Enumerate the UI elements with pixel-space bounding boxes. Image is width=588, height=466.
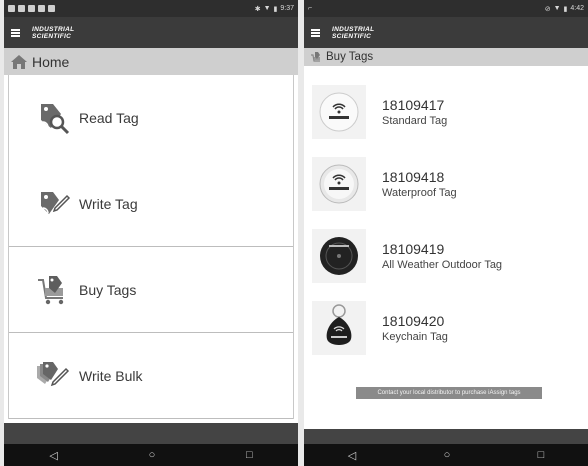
status-time: 4:42 (570, 5, 584, 12)
buy-tags-screen: ⌐ ⊘ ▼ ▮ 4:42 INDUSTRIAL SCIENTIFIC Buy T… (304, 0, 588, 466)
app-bar: INDUSTRIAL SCIENTIFIC (4, 17, 298, 48)
breadcrumb: Buy Tags (304, 48, 588, 66)
all-weather-tag-image (312, 229, 366, 283)
notification-icons (8, 5, 55, 12)
bottom-strip (4, 423, 298, 444)
waterproof-tag-image (312, 157, 366, 211)
back-button[interactable]: ◁ (348, 449, 356, 462)
status-time: 9:37 (280, 5, 294, 12)
wifi-icon: ▼ (553, 5, 561, 12)
write-bulk-icon (35, 358, 71, 394)
standard-tag-image (312, 85, 366, 139)
home-menu: Read Tag Write Tag Buy Tags Write Bulk (8, 75, 294, 419)
keychain-tag-image (312, 301, 366, 355)
home-button[interactable]: ○ (444, 449, 451, 461)
read-tag-label: Read Tag (79, 110, 139, 126)
write-tag-button[interactable]: Write Tag (9, 161, 293, 247)
tag-number: 18109420 (382, 312, 445, 329)
app-bar: INDUSTRIAL SCIENTIFIC (304, 17, 588, 48)
home-button[interactable]: ○ (149, 449, 156, 461)
tag-row-waterproof[interactable]: 18109418 Waterproof Tag (304, 148, 588, 220)
read-tag-icon (35, 100, 71, 136)
home-screen: ✱ ▼ ▮ 9:37 INDUSTRIAL SCIENTIFIC Home Re… (4, 0, 298, 466)
wifi-icon: ▼ (263, 5, 271, 12)
tag-description: Keychain Tag (382, 330, 448, 343)
breadcrumb: Home (4, 48, 298, 75)
tag-number: 18109417 (382, 96, 445, 113)
write-bulk-button[interactable]: Write Bulk (9, 333, 293, 419)
menu-icon[interactable] (311, 28, 320, 37)
notification-icon: ⌐ (308, 5, 313, 12)
tag-row-keychain[interactable]: 18109420 Keychain Tag (304, 292, 588, 364)
battery-icon: ▮ (563, 5, 568, 13)
system-navbar: ◁ ○ □ (4, 444, 298, 466)
write-bulk-label: Write Bulk (79, 367, 143, 384)
recents-button[interactable]: □ (246, 449, 253, 461)
toast-message: Contact your local distributor to purcha… (356, 387, 542, 399)
tag-number: 18109418 (382, 168, 445, 185)
status-bar: ✱ ▼ ▮ 9:37 (4, 0, 298, 17)
buy-tags-icon (35, 272, 71, 308)
page-title: Buy Tags (326, 51, 374, 63)
industrial-scientific-logo: INDUSTRIAL SCIENTIFIC (32, 25, 75, 40)
buy-tags-button[interactable]: Buy Tags (9, 247, 293, 333)
page-title: Home (32, 53, 70, 70)
tag-row-all-weather[interactable]: 18109419 All Weather Outdoor Tag (304, 220, 588, 292)
do-not-disturb-icon: ⊘ (544, 5, 551, 13)
status-bar: ⌐ ⊘ ▼ ▮ 4:42 (304, 0, 588, 17)
buy-tags-label: Buy Tags (79, 281, 137, 298)
industrial-scientific-logo: INDUSTRIAL SCIENTIFIC (332, 25, 375, 40)
write-tag-label: Write Tag (79, 195, 138, 212)
tag-number: 18109419 (382, 240, 445, 257)
buy-tags-icon (310, 51, 322, 64)
battery-icon: ▮ (273, 5, 278, 13)
tag-row-standard[interactable]: 18109417 Standard Tag (304, 76, 588, 148)
back-button[interactable]: ◁ (49, 449, 57, 462)
home-icon (10, 54, 28, 70)
menu-icon[interactable] (11, 28, 20, 37)
tag-description: All Weather Outdoor Tag (382, 258, 503, 271)
tag-description: Waterproof Tag (382, 186, 457, 199)
recents-button[interactable]: □ (538, 449, 545, 461)
system-navbar: ◁ ○ □ (304, 444, 588, 466)
write-tag-icon (35, 186, 71, 222)
read-tag-button[interactable]: Read Tag (9, 75, 293, 161)
tag-list: 18109417 Standard Tag 18109418 Waterproo… (304, 66, 588, 364)
tag-description: Standard Tag (382, 114, 448, 127)
bluetooth-icon: ✱ (254, 5, 261, 13)
